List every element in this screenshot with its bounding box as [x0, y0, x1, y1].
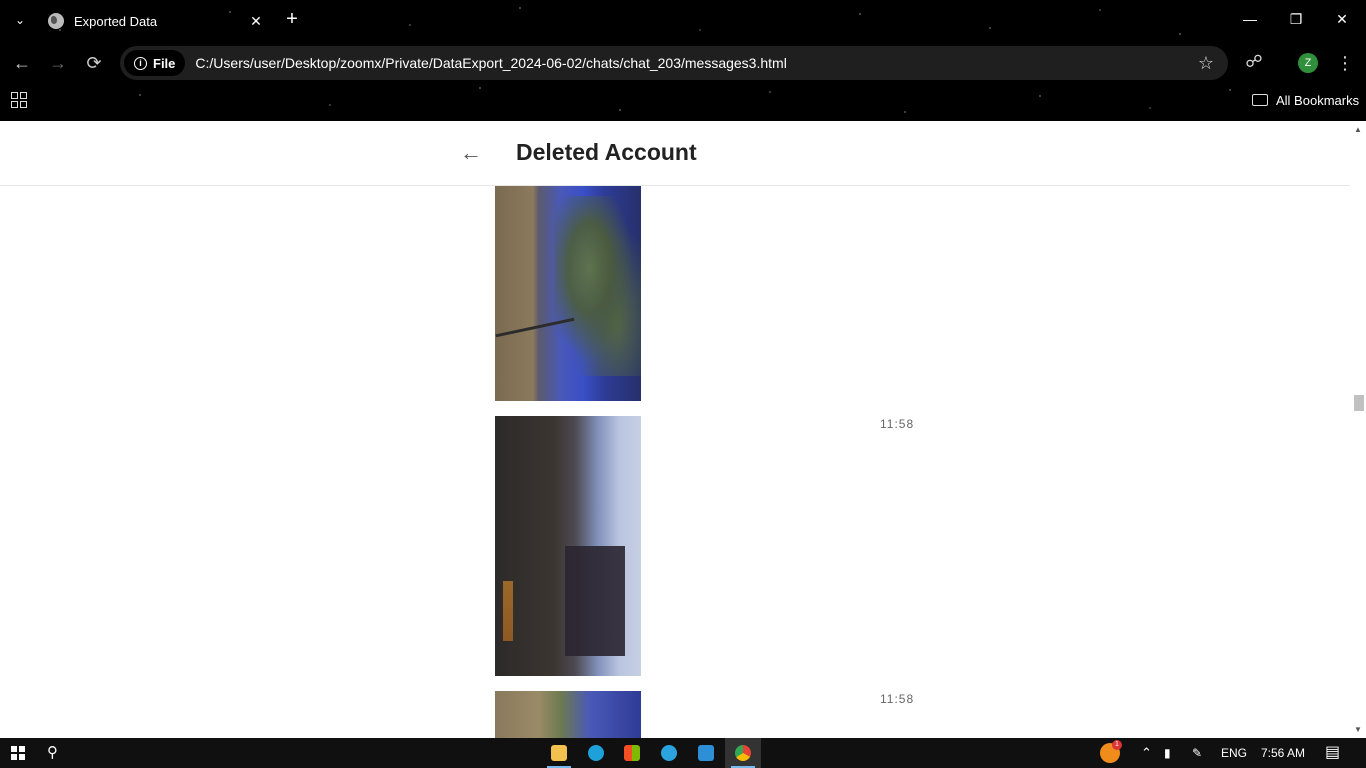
restore-button[interactable]: ❐	[1282, 8, 1310, 30]
bookmark-star-icon[interactable]: ☆	[1198, 53, 1214, 74]
clock[interactable]: 7:56 AM	[1261, 738, 1305, 768]
site-info-chip[interactable]: i File	[124, 50, 186, 76]
vertical-scrollbar[interactable]: ▲ ▼	[1350, 121, 1366, 738]
search-icon[interactable]: ⚲	[47, 744, 65, 762]
close-tab-icon[interactable]: ✕	[248, 13, 264, 30]
tab-search-chevron-icon[interactable]: ⌄	[10, 10, 30, 30]
reload-button[interactable]: ⟳	[83, 52, 105, 74]
back-arrow-icon[interactable]: ←	[459, 141, 483, 165]
forward-button[interactable]: →	[47, 52, 69, 74]
new-tab-button[interactable]: +	[282, 8, 302, 30]
message-photo[interactable]	[495, 691, 641, 738]
close-window-button[interactable]: ✕	[1328, 8, 1356, 30]
windows-start-icon[interactable]	[11, 746, 25, 760]
minimize-button[interactable]: —	[1236, 8, 1264, 30]
message-photo[interactable]	[495, 416, 641, 676]
language-indicator[interactable]: ENG	[1221, 738, 1247, 768]
url-text[interactable]: C:/Users/user/Desktop/zoomx/Private/Data…	[195, 55, 1197, 71]
scheme-label: File	[153, 55, 176, 71]
scroll-up-arrow-icon[interactable]: ▲	[1354, 125, 1362, 134]
extensions-puzzle-icon[interactable]: ☍	[1244, 52, 1264, 72]
show-hidden-icons-chevron-icon[interactable]: ⌃	[1141, 738, 1152, 768]
message-time: 11:58	[880, 692, 915, 706]
folder-icon	[1252, 94, 1268, 106]
notifications-icon[interactable]: ▤	[1325, 738, 1340, 768]
chrome-icon[interactable]	[725, 738, 761, 768]
scroll-down-arrow-icon[interactable]: ▼	[1354, 725, 1362, 734]
browser-chrome: ⌄ Exported Data ✕ + — ❐ ✕ ← → ⟳ i File C…	[0, 0, 1366, 121]
message-time: 11:58	[880, 417, 915, 431]
windows-taskbar: ⚲ 1 ⌃ ▮ ✎ ENG 7:56 AM ▤	[0, 738, 1366, 768]
all-bookmarks-button[interactable]: All Bookmarks	[1252, 91, 1359, 109]
battery-icon[interactable]: ▮	[1164, 738, 1171, 768]
address-bar[interactable]: i File C:/Users/user/Desktop/zoomx/Priva…	[120, 46, 1228, 80]
back-button[interactable]: ←	[11, 52, 33, 74]
all-bookmarks-label: All Bookmarks	[1276, 92, 1360, 108]
browser-menu-icon[interactable]: ⋮	[1336, 52, 1354, 74]
info-icon: i	[134, 56, 147, 70]
vscode-icon[interactable]	[688, 738, 724, 768]
pen-icon[interactable]: ✎	[1192, 738, 1202, 768]
apps-grid-icon[interactable]	[11, 92, 27, 108]
chat-page: ← Deleted Account 11:58 11:58 ▲ ▼	[0, 121, 1366, 738]
chat-header: ← Deleted Account	[0, 121, 1350, 186]
browser-tab[interactable]: Exported Data ✕	[40, 6, 272, 36]
notification-badge: 1	[1112, 740, 1122, 750]
tab-title: Exported Data	[74, 13, 158, 29]
chat-title: Deleted Account	[516, 139, 697, 165]
edge-icon[interactable]	[578, 738, 614, 768]
profile-avatar[interactable]: Z	[1298, 53, 1318, 73]
globe-icon	[48, 13, 64, 29]
microsoft-store-icon[interactable]	[614, 738, 650, 768]
message-photo[interactable]	[495, 186, 641, 401]
telegram-icon[interactable]	[651, 738, 687, 768]
file-explorer-icon[interactable]	[541, 738, 577, 768]
scroll-thumb[interactable]	[1354, 395, 1364, 411]
